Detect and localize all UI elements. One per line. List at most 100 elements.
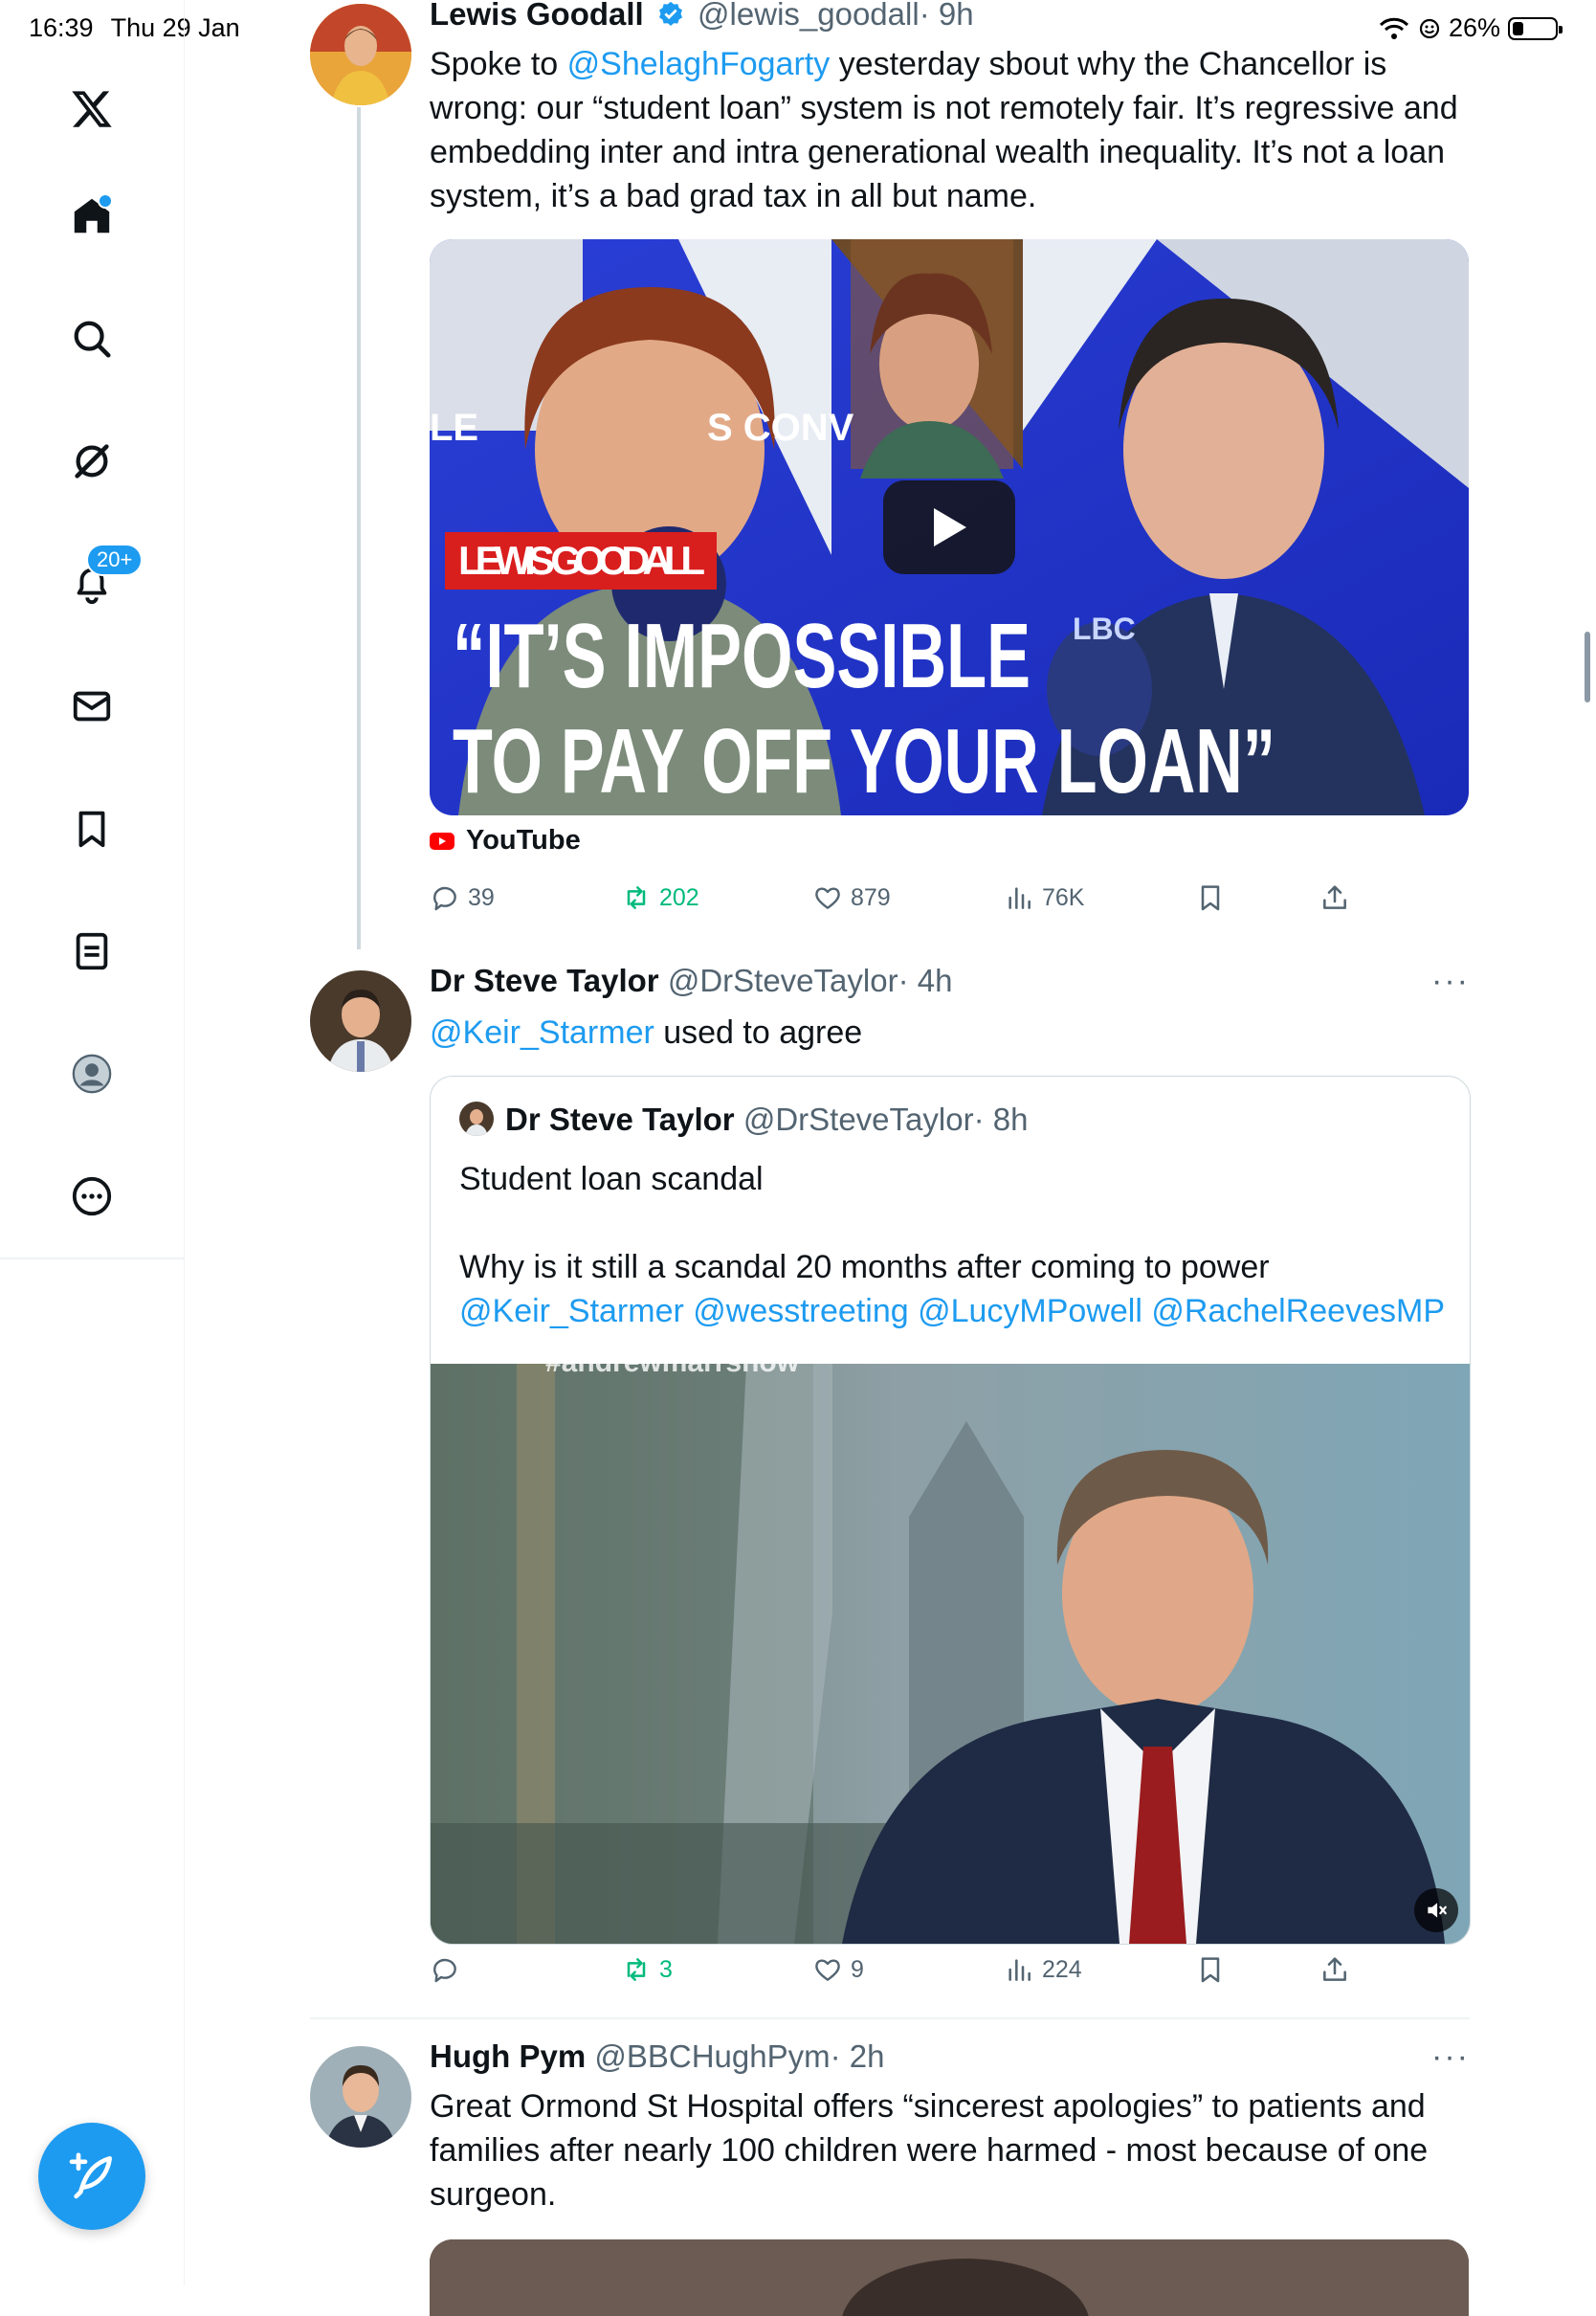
youtube-video-thumbnail[interactable]: LE S CONV LEWIS GOODALL “IT’S IMPOSSIBLE… (430, 239, 1469, 815)
more-options-button[interactable]: ··· (1431, 963, 1470, 1000)
tweet-text-post: used to agree (654, 1014, 863, 1051)
quoted-video[interactable]: #andrewmarrshow (431, 1364, 1470, 1944)
sidebar: 20+ (0, 0, 185, 2285)
thumbnail-headline-line1: “IT’S IMPOSSIBLE (453, 605, 1031, 707)
heart-icon (815, 1959, 840, 1981)
like-button[interactable]: 879 (812, 882, 891, 913)
thumbnail-bg-text-left: LE (430, 407, 478, 449)
views-button[interactable]: 224 (1004, 1954, 1082, 1985)
search-icon[interactable] (63, 310, 121, 367)
youtube-icon (430, 832, 454, 850)
notifications-bell-icon[interactable]: 20+ (63, 544, 144, 612)
retweet-count: 202 (659, 883, 699, 911)
battery-icon (1508, 16, 1563, 40)
thumbnail-name-banner: LEWIS GOODALL (458, 538, 705, 583)
mute-button[interactable] (1414, 1888, 1458, 1932)
tweet-separator (310, 2017, 1470, 2019)
bookmark-button[interactable] (1195, 1954, 1226, 1985)
tweet-media-image[interactable] (430, 2239, 1469, 2316)
views-button[interactable]: 76K (1004, 882, 1084, 913)
tweet-actions: 39 202 879 76K (430, 882, 1473, 930)
mention-link[interactable]: @Keir_Starmer (459, 1293, 684, 1329)
compose-feather-icon (69, 2152, 112, 2199)
bookmarks-icon[interactable] (63, 800, 121, 857)
more-options-button[interactable]: ··· (1431, 2038, 1470, 2076)
tweet-text: Spoke to @ShelaghFogarty yesterday sbout… (430, 42, 1473, 218)
quoted-author-name: Dr Steve Taylor (505, 1102, 735, 1137)
messages-envelope-icon[interactable] (63, 678, 121, 735)
scroll-indicator[interactable] (1585, 632, 1590, 702)
tweet-time[interactable]: · 4h (898, 963, 953, 998)
thumbnail-mic-logo: LBC (1073, 612, 1136, 646)
x-logo-icon[interactable] (63, 80, 121, 138)
author-name[interactable]: Hugh Pym (430, 2038, 586, 2074)
tweet-header: Lewis Goodall @lewis_goodall· 9h (430, 0, 974, 33)
lists-icon[interactable] (63, 923, 121, 980)
bookmark-icon (1201, 1957, 1220, 1983)
author-handle[interactable]: @DrSteveTaylor (668, 963, 898, 998)
notifications-badge: 20+ (86, 544, 144, 576)
tweet-time[interactable]: · 9h (920, 0, 974, 32)
sidebar-divider (0, 1258, 184, 1259)
retweet-button[interactable]: 202 (621, 882, 699, 913)
mention-link[interactable]: @wesstreeting (693, 1293, 908, 1329)
retweet-icon (627, 1958, 646, 1981)
tweet-time[interactable]: · 2h (831, 2038, 885, 2074)
volume-muted-icon (1428, 1903, 1447, 1918)
grok-icon[interactable] (63, 433, 121, 490)
reply-icon (433, 1958, 456, 1983)
mention-link[interactable]: @LucyMPowell (918, 1293, 1142, 1329)
bookmark-icon (1201, 885, 1220, 911)
tweet-hugh-pym[interactable]: Hugh Pym @BBCHughPym· 2h ··· Great Ormon… (310, 2038, 1470, 2316)
reply-button[interactable]: 39 (430, 882, 495, 913)
more-options-icon[interactable] (63, 1168, 121, 1225)
retweet-count: 3 (659, 1955, 673, 1983)
quoted-tweet[interactable]: Dr Steve Taylor @DrSteveTaylor· 8h Stude… (430, 1076, 1471, 1945)
profile-avatar-icon[interactable] (63, 1045, 121, 1102)
link-source[interactable]: YouTube (430, 825, 581, 857)
mention-link[interactable]: @RachelReevesMP (1151, 1293, 1445, 1329)
tweet-header: Dr Steve Taylor @DrSteveTaylor· 4h (430, 963, 952, 999)
home-icon[interactable] (63, 188, 121, 245)
mention-link[interactable]: @ShelaghFogarty (567, 46, 831, 82)
views-count: 76K (1042, 883, 1085, 911)
heart-icon (815, 887, 840, 909)
share-button[interactable] (1319, 882, 1350, 913)
tweet-lewis-goodall[interactable]: Lewis Goodall @lewis_goodall· 9h Spoke t… (310, 0, 1470, 947)
tweet-dr-steve-taylor[interactable]: Dr Steve Taylor @DrSteveTaylor· 4h ··· @… (310, 963, 1471, 2010)
quoted-header: Dr Steve Taylor @DrSteveTaylor· 8h (505, 1102, 1028, 1138)
avatar[interactable] (310, 4, 411, 105)
quoted-author-handle: @DrSteveTaylor (743, 1102, 974, 1137)
share-icon (1323, 1957, 1346, 1981)
play-button[interactable] (883, 480, 1015, 574)
bookmark-button[interactable] (1195, 882, 1226, 913)
avatar[interactable] (310, 970, 411, 1072)
media-image-graphic (430, 2239, 1469, 2316)
retweet-button[interactable]: 3 (621, 1954, 673, 1985)
thumbnail-headline-line2: TO PAY OFF YOUR LOAN” (453, 710, 1275, 813)
analytics-bars-icon (1009, 1959, 1031, 1981)
thumbnail-bg-text-mid: S CONV (707, 407, 854, 449)
author-handle[interactable]: @BBCHughPym (594, 2038, 830, 2074)
quoted-text-line1: Student loan scandal (459, 1161, 764, 1197)
share-button[interactable] (1319, 1954, 1350, 1985)
tweet-header: Hugh Pym @BBCHughPym· 2h (430, 2038, 884, 2075)
reply-count: 39 (468, 883, 495, 911)
play-icon (934, 508, 966, 546)
quoted-time: · 8h (973, 1102, 1029, 1137)
tweet-text: Great Ormond St Hospital offers “sincere… (430, 2088, 1429, 2213)
mention-link[interactable]: @Keir_Starmer (430, 1014, 654, 1051)
author-handle[interactable]: @lewis_goodall (698, 0, 920, 32)
analytics-bars-icon (1009, 887, 1031, 909)
video-frame-graphic: #andrewmarrshow (431, 1364, 1470, 1944)
reply-button[interactable] (430, 1954, 468, 1985)
home-unread-dot (98, 193, 113, 209)
share-icon (1323, 885, 1346, 909)
avatar[interactable] (310, 2046, 411, 2148)
author-name[interactable]: Dr Steve Taylor (430, 963, 659, 998)
compose-post-button[interactable] (38, 2123, 145, 2230)
video-overlay-text: #andrewmarrshow (545, 1364, 800, 1378)
author-name[interactable]: Lewis Goodall (430, 0, 644, 32)
like-button[interactable]: 9 (812, 1954, 864, 1985)
quoted-text: Student loan scandal Why is it still a s… (459, 1157, 1445, 1333)
